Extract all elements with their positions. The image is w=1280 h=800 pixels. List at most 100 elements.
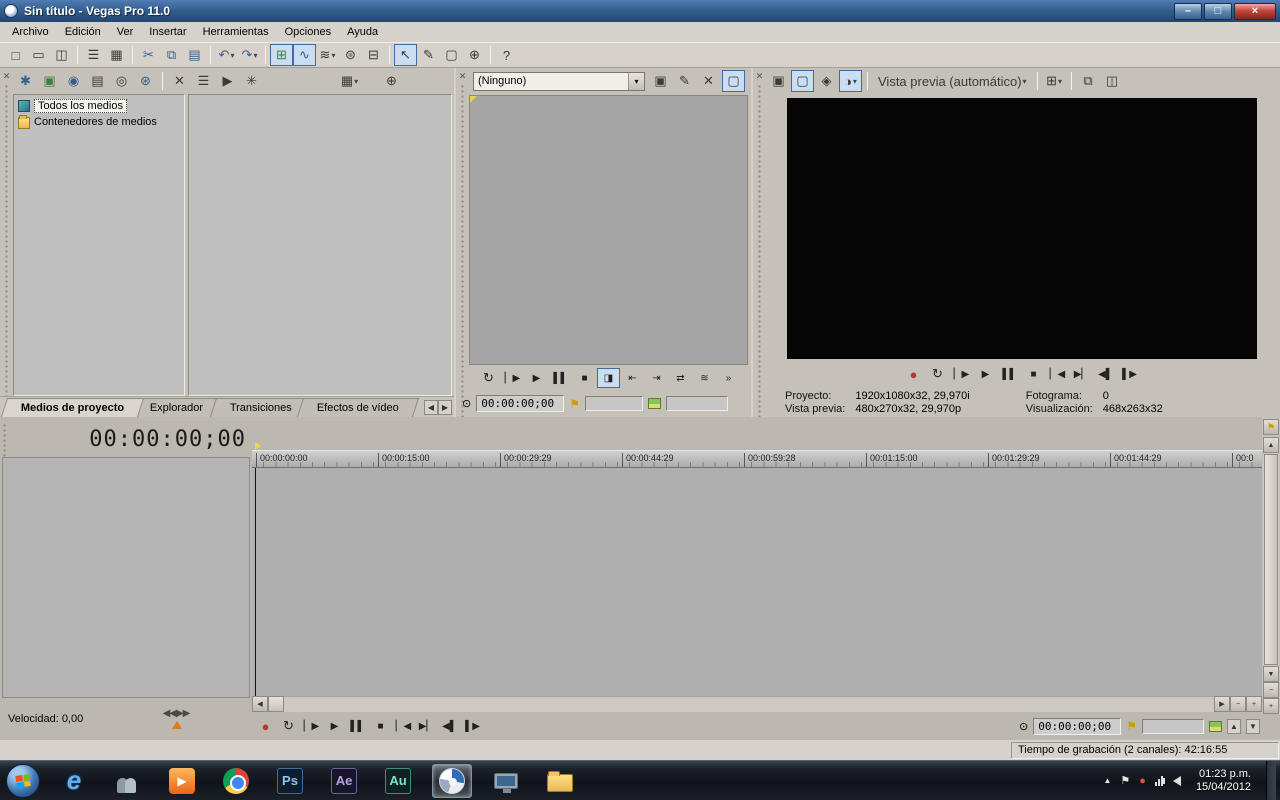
go-to-end-button[interactable]: ▶▏ bbox=[415, 716, 438, 736]
split-screen-view-button[interactable]: ◑ ▾ bbox=[839, 70, 862, 92]
zoom-edit-tool-button[interactable]: ⊕ bbox=[463, 44, 486, 66]
timeline-tracks-body[interactable] bbox=[252, 468, 1262, 696]
trimmer-timecode-field[interactable]: 00:00:00;00 bbox=[476, 395, 565, 412]
start-button[interactable] bbox=[6, 763, 40, 798]
taskbar-messenger[interactable] bbox=[108, 764, 148, 798]
add-to-project-media-button[interactable]: ▣ bbox=[649, 70, 672, 92]
timeline-horizontal-scrollbar[interactable]: ◀ ▶ − + bbox=[252, 696, 1262, 712]
volume-icon[interactable] bbox=[1160, 775, 1181, 786]
timeline-vertical-scrollbar[interactable]: ⚑ ▲ ▼ − + bbox=[1262, 417, 1280, 714]
scrollbar-thumb[interactable] bbox=[1264, 454, 1278, 665]
start-preview-button[interactable]: ▶ bbox=[216, 70, 239, 92]
next-frame-button[interactable]: ▌▶ bbox=[1118, 364, 1141, 384]
tree-item-all-media[interactable]: Todos los medios bbox=[16, 98, 182, 114]
remove-subclip-button[interactable]: ✕ bbox=[697, 70, 720, 92]
taskbar-audition[interactable]: Au bbox=[378, 764, 418, 798]
scrollbar-track[interactable] bbox=[1263, 453, 1279, 666]
trimmer-plugin-select[interactable]: (Ninguno) ▾ bbox=[473, 71, 645, 91]
undo-button[interactable]: ↶ ▾ bbox=[215, 44, 238, 66]
project-properties-button[interactable]: ☰ bbox=[82, 44, 105, 66]
views-button[interactable]: ▦ ▾ bbox=[338, 70, 361, 92]
ignore-event-grouping-button[interactable]: ⊟ bbox=[362, 44, 385, 66]
taskbar-explorer[interactable] bbox=[540, 764, 580, 798]
save-markers-button[interactable]: ✎ bbox=[673, 70, 696, 92]
external-monitor-button[interactable]: ▢ bbox=[791, 70, 814, 92]
normal-edit-tool-button[interactable]: ↖ bbox=[394, 44, 417, 66]
panel-grip[interactable]: ✕ bbox=[0, 68, 13, 417]
cut-button[interactable]: ✂ bbox=[137, 44, 160, 66]
play-from-start-button[interactable]: ▏▶ bbox=[501, 368, 524, 388]
loop-playback-button[interactable]: ↻ bbox=[277, 716, 300, 736]
edit-cursor[interactable] bbox=[255, 468, 256, 696]
preview-quality-dropdown[interactable]: Vista previa (automático) ▾ bbox=[873, 70, 1032, 92]
minimize-button[interactable]: – bbox=[1174, 2, 1202, 20]
stop-button[interactable]: ■ bbox=[369, 716, 392, 736]
envelope-edit-tool-button[interactable]: ✎ bbox=[417, 44, 440, 66]
play-button[interactable]: ▶ bbox=[323, 716, 346, 736]
panel-close-icon[interactable]: ✕ bbox=[756, 71, 764, 81]
auto-preview-button[interactable]: ✳ bbox=[240, 70, 263, 92]
play-button[interactable]: ▶ bbox=[974, 364, 997, 384]
media-bins-tree[interactable]: Todos los medios Contenedores de medios bbox=[13, 94, 185, 396]
action-center-flag-icon[interactable]: ⚑ bbox=[1120, 774, 1130, 787]
import-media-button[interactable]: ▣ bbox=[38, 70, 61, 92]
get-photo-button[interactable]: ▤ bbox=[86, 70, 109, 92]
extract-audio-button[interactable]: ◎ bbox=[110, 70, 133, 92]
timeline-timecode-field[interactable]: 00:00:00;00 bbox=[1033, 717, 1122, 735]
rate-slider[interactable]: ◀◀▶▶ bbox=[148, 708, 204, 729]
go-to-start-button[interactable]: ▏◀ bbox=[1046, 364, 1069, 384]
transport-overflow-button[interactable]: » bbox=[717, 368, 740, 388]
time-nudge-down-button[interactable]: ▼ bbox=[1246, 718, 1260, 734]
menu-archivo[interactable]: Archivo bbox=[4, 23, 57, 41]
save-snapshot-button[interactable]: ◫ bbox=[1101, 70, 1124, 92]
paste-button[interactable]: ▤ bbox=[183, 44, 206, 66]
copy-button[interactable]: ⧉ bbox=[160, 44, 183, 66]
taskbar-internet-explorer[interactable]: e bbox=[54, 764, 94, 798]
maximize-button[interactable]: □ bbox=[1204, 2, 1232, 20]
overlays-grid-button[interactable]: ⊞ ▾ bbox=[1043, 70, 1066, 92]
auto-ripple-button[interactable]: ≋ ▾ bbox=[316, 44, 339, 66]
track-list[interactable] bbox=[2, 457, 250, 698]
search-media-button[interactable]: ⊕ bbox=[380, 70, 403, 92]
pause-button[interactable]: ▌▌ bbox=[346, 716, 369, 736]
menu-opciones[interactable]: Opciones bbox=[277, 23, 339, 41]
menu-ver[interactable]: Ver bbox=[109, 23, 142, 41]
next-marker-button[interactable]: ⇥ bbox=[645, 368, 668, 388]
go-to-end-button[interactable]: ▶▏ bbox=[1070, 364, 1093, 384]
go-to-start-button[interactable]: ▏◀ bbox=[392, 716, 415, 736]
marker-tool-button[interactable]: ⚑ bbox=[1263, 419, 1279, 435]
notification-icon[interactable]: ● bbox=[1139, 775, 1146, 787]
menu-edicion[interactable]: Edición bbox=[57, 23, 109, 41]
tab-transiciones[interactable]: Transiciones bbox=[209, 398, 312, 417]
next-frame-button[interactable]: ▌▶ bbox=[461, 716, 484, 736]
zoom-in-time-button[interactable]: + bbox=[1246, 696, 1262, 712]
zoom-out-time-button[interactable]: − bbox=[1230, 696, 1246, 712]
taskbar-photoshop[interactable]: Ps bbox=[270, 764, 310, 798]
tab-efectos-de-video[interactable]: Efectos de vídeo bbox=[297, 398, 420, 417]
stop-button[interactable]: ■ bbox=[1022, 364, 1045, 384]
panel-grip[interactable]: ✕ bbox=[753, 68, 766, 417]
pause-button[interactable]: ▌▌ bbox=[998, 364, 1021, 384]
scrollbar-track[interactable] bbox=[284, 696, 1214, 712]
loop-playback-button[interactable]: ↻ bbox=[926, 364, 949, 384]
taskbar-after-effects[interactable]: Ae bbox=[324, 764, 364, 798]
play-from-start-button[interactable]: ▏▶ bbox=[950, 364, 973, 384]
show-video-monitor-button[interactable]: ▢ bbox=[722, 70, 745, 92]
redo-button[interactable]: ↷ ▾ bbox=[238, 44, 261, 66]
time-nudge-up-button[interactable]: ▲ bbox=[1227, 718, 1241, 734]
pause-button[interactable]: ▌▌ bbox=[549, 368, 572, 388]
video-output-fx-button[interactable]: ◈ bbox=[815, 70, 838, 92]
menu-ayuda[interactable]: Ayuda bbox=[339, 23, 386, 41]
new-project-button[interactable]: □ bbox=[4, 44, 27, 66]
show-hidden-icons-button[interactable]: ▲ bbox=[1103, 776, 1111, 785]
taskbar-chrome[interactable] bbox=[216, 764, 256, 798]
whats-this-help-button[interactable]: ? bbox=[495, 44, 518, 66]
taskbar-clock[interactable]: 01:23 p.m. 15/04/2012 bbox=[1190, 768, 1257, 794]
panel-grip[interactable]: ✕ bbox=[456, 68, 469, 417]
chevron-down-icon[interactable]: ▾ bbox=[628, 72, 644, 90]
enable-snapping-button[interactable]: ⊞ bbox=[270, 44, 293, 66]
open-project-button[interactable]: ▭ bbox=[27, 44, 50, 66]
panel-close-icon[interactable]: ✕ bbox=[3, 71, 11, 81]
previous-frame-button[interactable]: ◀▌ bbox=[1094, 364, 1117, 384]
save-project-button[interactable]: ◫ bbox=[50, 44, 73, 66]
